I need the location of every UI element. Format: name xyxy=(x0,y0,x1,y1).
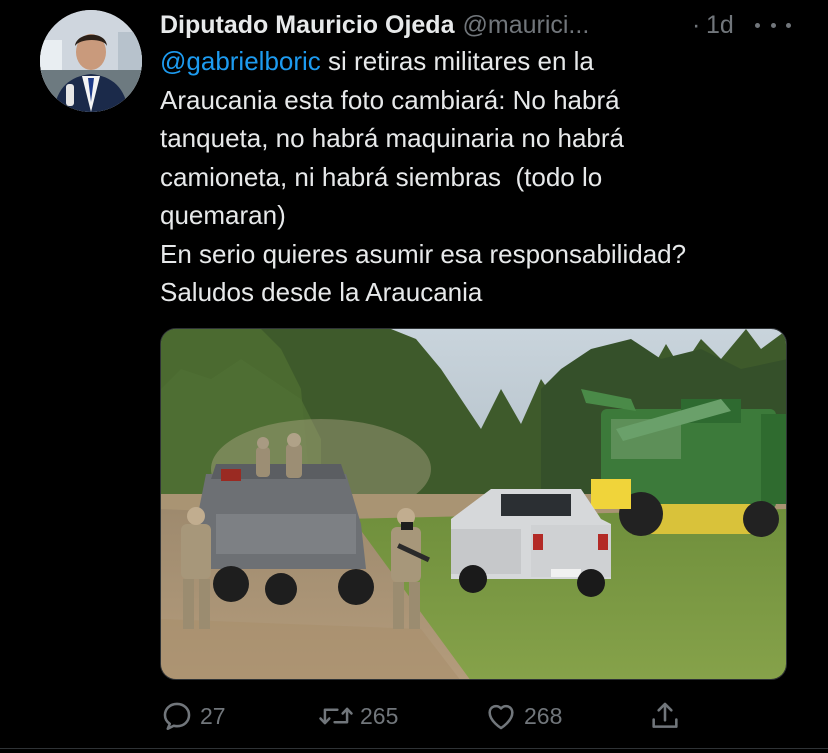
tweet-text-line: tanqueta, no habrá maquinaria no habrá xyxy=(160,123,625,153)
like-count: 268 xyxy=(524,702,563,729)
retweet-count: 265 xyxy=(360,702,399,729)
tweet-text-fragment: si retiras militares en la xyxy=(320,46,594,76)
separator-dot: · xyxy=(692,10,701,39)
mention-link[interactable]: @gabrielboric xyxy=(160,46,321,76)
tweet-text-line: En serio quieres asumir esa responsabili… xyxy=(160,238,687,269)
tweet-text-line: quemaran) xyxy=(160,200,286,230)
retweet-icon xyxy=(319,707,353,725)
more-horizontal-icon[interactable] xyxy=(755,12,791,38)
tweet-actions: 27 265 268 xyxy=(160,696,720,736)
more-dot xyxy=(770,22,776,28)
share-button[interactable] xyxy=(648,696,688,736)
person-in-suit-avatar-icon xyxy=(40,10,142,112)
share-icon xyxy=(652,702,678,728)
author-display-name[interactable]: Diputado Mauricio Ojeda xyxy=(160,11,454,40)
tweet[interactable]: Diputado Mauricio Ojeda @maurici... · 1d… xyxy=(0,0,828,749)
tweet-timestamp[interactable]: 1d xyxy=(706,11,734,40)
tweet-text-line: @gabrielboric si retiras militares en la xyxy=(160,42,800,81)
reply-count: 27 xyxy=(200,702,226,729)
author-handle[interactable]: @maurici... xyxy=(462,11,589,40)
more-dot xyxy=(755,22,760,28)
tweet-text: @gabrielboric si retiras militares en la… xyxy=(160,42,800,312)
tweet-text-line: camioneta, ni habrá siembras (todo lo xyxy=(160,161,603,192)
tweet-photo[interactable] xyxy=(160,328,787,680)
heart-icon xyxy=(488,704,514,730)
more-dot xyxy=(786,22,791,28)
divider xyxy=(0,748,828,749)
like-button[interactable]: 268 xyxy=(484,696,562,736)
avatar[interactable] xyxy=(40,10,142,112)
tweet-text-line: Araucania esta foto cambiará: No habrá xyxy=(160,84,620,115)
reply-button[interactable]: 27 xyxy=(160,696,226,736)
tweet-header: Diputado Mauricio Ojeda @maurici... · 1d xyxy=(160,8,800,42)
field-scene-photo xyxy=(161,329,786,679)
retweet-button[interactable]: 265 xyxy=(318,696,398,736)
reply-icon xyxy=(163,702,191,731)
tweet-text-line: Saludos desde la Araucania xyxy=(160,277,483,307)
